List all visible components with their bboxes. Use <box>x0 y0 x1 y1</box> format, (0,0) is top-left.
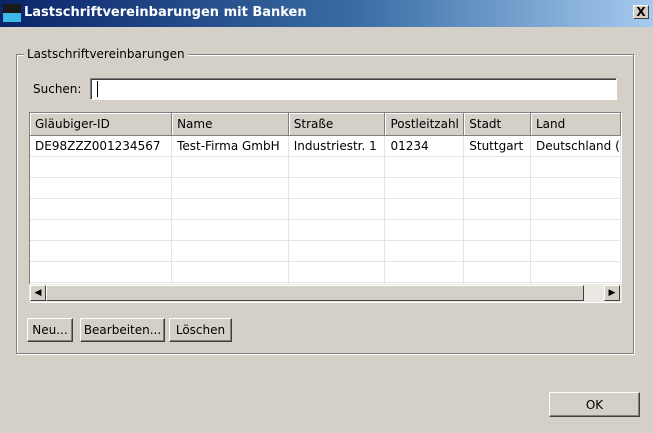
column-header-stadt[interactable]: Stadt <box>463 113 531 136</box>
close-button[interactable]: X <box>633 5 649 19</box>
column-header-glaeubiger-id[interactable]: Gläubiger-ID <box>30 113 173 136</box>
cell-glaeubiger-id: DE98ZZZ001234567 <box>30 135 173 157</box>
search-input[interactable] <box>90 78 617 100</box>
agreements-grid: Gläubiger-ID Name Straße Postleitzahl St… <box>30 113 621 302</box>
horizontal-scrollbar[interactable]: ◀ ▶ <box>29 284 622 302</box>
cell-strasse: Industriestr. 1 <box>288 135 386 157</box>
app-icon <box>3 4 21 22</box>
empty-row <box>30 156 621 178</box>
table-row[interactable]: DE98ZZZ001234567 Test-Firma GmbH Industr… <box>30 135 621 157</box>
scroll-thumb[interactable] <box>46 285 584 301</box>
table-header-row: Gläubiger-ID Name Straße Postleitzahl St… <box>30 113 621 136</box>
column-header-strasse[interactable]: Straße <box>288 113 386 136</box>
groupbox-label: Lastschriftvereinbarungen <box>24 47 188 61</box>
cell-stadt: Stuttgart <box>463 135 531 157</box>
empty-row <box>30 219 621 241</box>
scroll-right-icon[interactable]: ▶ <box>604 285 620 301</box>
delete-button[interactable]: Löschen <box>169 318 232 342</box>
window-title: Lastschriftvereinbarungen mit Banken <box>24 5 307 20</box>
empty-row <box>30 177 621 199</box>
column-header-postleitzahl[interactable]: Postleitzahl <box>384 113 465 136</box>
text-caret <box>97 81 98 97</box>
column-header-land[interactable]: Land <box>530 113 621 136</box>
ok-button[interactable]: OK <box>549 392 640 417</box>
empty-row <box>30 240 621 262</box>
scroll-left-icon[interactable]: ◀ <box>30 285 46 301</box>
cell-name: Test-Firma GmbH <box>171 135 289 157</box>
agreements-table[interactable]: Gläubiger-ID Name Straße Postleitzahl St… <box>29 112 622 303</box>
column-header-name[interactable]: Name <box>171 113 289 136</box>
empty-row <box>30 261 621 283</box>
dialog-window: Lastschriftvereinbarungen mit Banken X L… <box>0 0 653 433</box>
title-bar[interactable]: Lastschriftvereinbarungen mit Banken X <box>0 0 653 27</box>
cell-postleitzahl: 01234 <box>384 135 465 157</box>
cell-land: Deutschland ( <box>530 135 621 157</box>
new-button[interactable]: Neu... <box>27 318 73 342</box>
search-label: Suchen: <box>33 82 82 96</box>
edit-button[interactable]: Bearbeiten... <box>80 318 165 342</box>
empty-row <box>30 198 621 220</box>
